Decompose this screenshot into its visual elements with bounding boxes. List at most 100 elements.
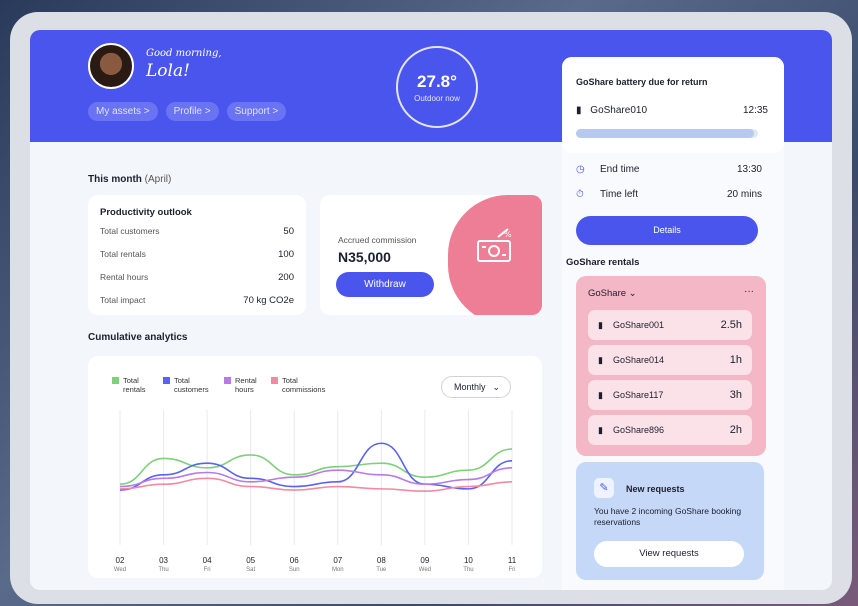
x-tick-label: 11 bbox=[508, 556, 517, 565]
rental-name: GoShare014 bbox=[612, 355, 664, 365]
withdraw-button[interactable]: Withdraw bbox=[336, 272, 434, 297]
end-time-value: 13:30 bbox=[736, 164, 762, 175]
rentals-filter-value: GoShare bbox=[588, 288, 627, 299]
this-month-title: This month bbox=[88, 174, 142, 185]
svg-text:%: % bbox=[504, 230, 512, 239]
commission-label: Accrued commission bbox=[338, 235, 417, 245]
x-tick-label: 08 bbox=[377, 556, 386, 565]
rentals-title: GoShare rentals bbox=[566, 257, 640, 268]
this-month-month: (April) bbox=[144, 174, 172, 185]
temperature-value: 27.8° bbox=[417, 72, 457, 91]
my-assets-link[interactable]: My assets > bbox=[88, 102, 158, 121]
more-icon[interactable]: ··· bbox=[744, 286, 754, 297]
analytics-card: Total rentals Total customers Rental hou… bbox=[88, 356, 542, 578]
rental-item[interactable]: ▮ GoShare896 2h bbox=[588, 415, 752, 445]
x-tick-day: Thu bbox=[158, 567, 168, 573]
x-tick-day: Fri bbox=[204, 567, 211, 573]
edit-icon: ✎ bbox=[594, 478, 614, 498]
row-value: 70 kg CO2e bbox=[243, 295, 294, 306]
row-label: Total impact bbox=[100, 295, 146, 305]
battery-title: GoShare battery due for return bbox=[576, 77, 708, 87]
x-tick-day: Sun bbox=[289, 567, 300, 573]
x-tick-label: 07 bbox=[333, 556, 342, 565]
productivity-row: Total customers 50 bbox=[100, 226, 294, 237]
rental-hours: 3h bbox=[729, 389, 742, 401]
device-name: GoShare010 bbox=[590, 105, 648, 116]
support-link[interactable]: Support > bbox=[226, 102, 287, 121]
phone-icon: ▮ bbox=[576, 105, 582, 116]
rental-hours: 1h bbox=[729, 354, 742, 366]
requests-card: ✎ New requests You have 2 incoming GoSha… bbox=[576, 462, 764, 580]
money-icon: % bbox=[477, 228, 512, 262]
temperature-label: Outdoor now bbox=[414, 94, 460, 103]
battery-progress-fill bbox=[576, 129, 755, 138]
profile-link[interactable]: Profile > bbox=[165, 102, 219, 121]
x-tick-label: 04 bbox=[203, 556, 212, 565]
header-links: My assets > Profile > Support > bbox=[88, 102, 287, 121]
battery-card: GoShare battery due for return ▮ GoShare… bbox=[562, 57, 784, 153]
x-tick-label: 09 bbox=[420, 556, 429, 565]
x-tick-day: Wed bbox=[419, 567, 431, 573]
x-tick-label: 02 bbox=[116, 556, 125, 565]
row-value: 200 bbox=[278, 272, 294, 283]
rentals-card: GoShare ⌄ ··· ▮ GoShare001 2.5h ▮ GoShar… bbox=[576, 276, 766, 456]
analytics-title: Cumulative analytics bbox=[88, 332, 188, 343]
x-tick-label: 05 bbox=[246, 556, 255, 565]
phone-icon: ▮ bbox=[598, 389, 603, 400]
time-left-label: Time left bbox=[600, 189, 638, 200]
row-label: Rental hours bbox=[100, 272, 149, 282]
commission-amount: N35,000 bbox=[338, 249, 391, 265]
line-chart: 02 Wed 03 Thu 04 Fri 05 Sat 06 Sun 07 Mon 08 Tue 09 Wed… bbox=[114, 410, 517, 573]
end-time-label: End time bbox=[600, 164, 640, 175]
view-requests-button[interactable]: View requests bbox=[594, 541, 744, 567]
battery-time: 12:35 bbox=[742, 105, 768, 116]
requests-text: You have 2 incoming GoShare booking rese… bbox=[594, 506, 742, 527]
rental-item[interactable]: ▮ GoShare001 2.5h bbox=[588, 310, 752, 340]
rentals-filter[interactable]: GoShare ⌄ bbox=[588, 288, 637, 299]
x-tick-day: Wed bbox=[114, 567, 126, 573]
phone-icon: ▮ bbox=[598, 424, 603, 435]
row-label: Total rentals bbox=[100, 249, 146, 259]
rental-name: GoShare896 bbox=[612, 425, 664, 435]
productivity-title: Productivity outlook bbox=[100, 207, 192, 218]
rental-name: GoShare117 bbox=[612, 390, 664, 400]
rental-item[interactable]: ▮ GoShare014 1h bbox=[588, 345, 752, 375]
rental-hours: 2h bbox=[729, 424, 742, 436]
row-value: 100 bbox=[278, 249, 294, 260]
row-value: 50 bbox=[283, 226, 294, 237]
productivity-card: Productivity outlook Total customers 50 … bbox=[88, 195, 306, 315]
this-month-heading: This month (April) bbox=[88, 174, 171, 185]
rental-hours: 2.5h bbox=[720, 319, 742, 331]
requests-title: New requests bbox=[626, 484, 685, 494]
rental-item[interactable]: ▮ GoShare117 3h bbox=[588, 380, 752, 410]
chevron-down-icon: ⌄ bbox=[628, 288, 637, 299]
weather-widget: 27.8° Outdoor now bbox=[396, 46, 478, 128]
details-button[interactable]: Details bbox=[576, 216, 758, 245]
productivity-row: Total rentals 100 bbox=[100, 249, 294, 260]
battery-device: ▮ GoShare010 bbox=[576, 105, 647, 116]
x-tick-label: 03 bbox=[159, 556, 168, 565]
x-tick-label: 06 bbox=[290, 556, 299, 565]
rental-name: GoShare001 bbox=[612, 320, 664, 330]
time-left-row: ⏱ Time left 20 mins bbox=[576, 189, 762, 200]
app-screen: Good morning, Lola! My assets > Profile … bbox=[30, 30, 832, 590]
end-time-row: ◷ End time 13:30 bbox=[576, 164, 762, 175]
greeting: Good morning, Lola! bbox=[146, 48, 222, 81]
clock-icon: ◷ bbox=[576, 164, 585, 175]
x-tick-day: Mon bbox=[332, 567, 344, 573]
phone-icon: ▮ bbox=[598, 354, 603, 365]
productivity-row: Total impact 70 kg CO2e bbox=[100, 295, 294, 306]
user-name: Lola! bbox=[146, 61, 190, 81]
avatar[interactable] bbox=[88, 43, 134, 89]
tablet-frame: Good morning, Lola! My assets > Profile … bbox=[10, 12, 852, 604]
time-left-value: 20 mins bbox=[726, 189, 762, 200]
productivity-row: Rental hours 200 bbox=[100, 272, 294, 283]
stopwatch-icon: ⏱ bbox=[576, 189, 584, 200]
row-label: Total customers bbox=[100, 226, 160, 236]
greeting-text: Good morning, bbox=[146, 48, 222, 59]
x-tick-day: Fri bbox=[509, 567, 516, 573]
battery-progress bbox=[576, 129, 758, 138]
x-tick-day: Thu bbox=[463, 567, 473, 573]
commission-card: Accrued commission N35,000 Withdraw % bbox=[320, 195, 542, 315]
x-tick-day: Tue bbox=[376, 567, 387, 573]
